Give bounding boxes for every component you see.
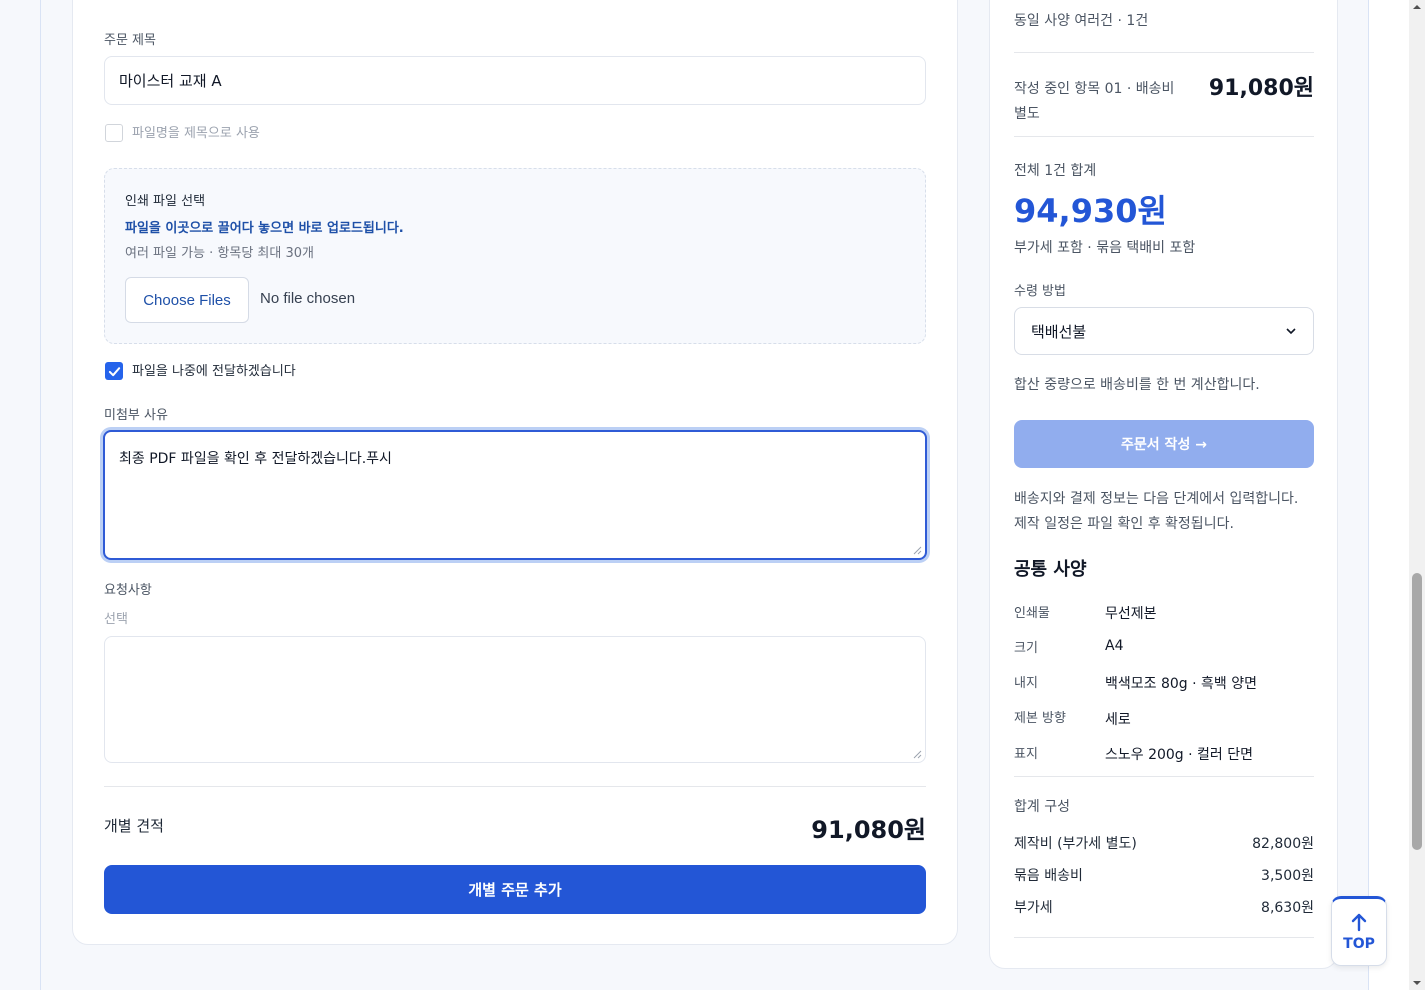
total-label: 전체 1건 합계: [1014, 163, 1097, 179]
upload-limit-note: 여러 파일 가능 · 항목당 최대 30개: [125, 246, 314, 261]
breakdown-key: 부가세: [1014, 900, 1053, 916]
reason-textarea[interactable]: 최종 PDF 파일을 확인 후 전달하겠습니다.푸시: [103, 430, 927, 560]
upload-heading: 인쇄 파일 선택: [125, 194, 206, 209]
current-item-line1: 작성 중인 항목 01 · 배송비: [1014, 81, 1175, 97]
spec-value: 스노우 200g · 컬러 단면: [1105, 747, 1254, 763]
title-input-value: 마이스터 교재 A: [119, 72, 222, 90]
delivery-label: 수령 방법: [1014, 284, 1066, 299]
scroll-top-label: TOP: [1343, 936, 1375, 952]
reason-textarea-value: 최종 PDF 파일을 확인 후 전달하겠습니다.푸시: [119, 451, 392, 467]
send-later-label: 파일을 나중에 전달하겠습니다: [132, 364, 296, 379]
quote-value: 91,080원: [811, 816, 926, 844]
page-right-margin: [1369, 0, 1409, 990]
delivery-select-value: 택배선불: [1031, 322, 1087, 341]
breakdown-key: 묶음 배송비: [1014, 868, 1083, 884]
breakdown-value: 3,500원: [1261, 868, 1314, 884]
resize-grip-icon[interactable]: [913, 750, 922, 759]
title-input[interactable]: 마이스터 교재 A: [104, 56, 926, 105]
quote-divider: [104, 786, 926, 787]
sidebar-divider: [1014, 136, 1314, 137]
add-order-button[interactable]: 개별 주문 추가: [104, 865, 926, 914]
delivery-select[interactable]: 택배선불: [1014, 307, 1314, 355]
order-mode-summary: 동일 사양 여러건 · 1건: [1014, 13, 1149, 29]
info-line-2: 제작 일정은 파일 확인 후 확정됩니다.: [1014, 516, 1234, 532]
title-label: 주문 제목: [104, 33, 156, 48]
use-filename-checkbox[interactable]: [105, 124, 123, 142]
spec-key: 표지: [1014, 747, 1038, 762]
arrow-up-icon: [1351, 913, 1367, 932]
sidebar-divider: [1014, 52, 1314, 53]
spec-key: 제본 방향: [1014, 711, 1066, 726]
request-optional-hint: 선택: [104, 612, 128, 627]
spec-value: 백색모조 80g · 흑백 양면: [1105, 676, 1257, 692]
info-line-1: 배송지와 결제 정보는 다음 단계에서 입력합니다.: [1014, 491, 1299, 507]
upload-drag-hint: 파일을 이곳으로 끌어다 놓으면 바로 업로드됩니다.: [125, 221, 404, 236]
breakdown-value: 8,630원: [1261, 900, 1314, 916]
check-icon: [108, 366, 120, 376]
quote-label: 개별 견적: [104, 817, 164, 835]
write-order-button[interactable]: 주문서 작성 →: [1014, 420, 1314, 468]
delivery-note: 합산 중량으로 배송비를 한 번 계산합니다.: [1014, 377, 1260, 393]
chevron-down-icon: [1286, 328, 1296, 335]
spec-key: 내지: [1014, 676, 1038, 691]
sidebar-divider: [1014, 937, 1314, 938]
spec-key: 크기: [1014, 641, 1038, 656]
current-item-price: 91,080원: [1208, 76, 1314, 101]
scrollbar-thumb[interactable]: [1412, 573, 1422, 850]
scroll-up-arrow-icon[interactable]: [1412, 2, 1422, 12]
reason-label: 미첨부 사유: [104, 408, 168, 423]
scroll-down-arrow-icon[interactable]: [1412, 978, 1422, 988]
breakdown-key: 제작비 (부가세 별도): [1014, 836, 1137, 852]
choose-files-button[interactable]: Choose Files: [125, 277, 249, 323]
spec-value: 세로: [1105, 712, 1131, 728]
spec-value: A4: [1105, 638, 1124, 654]
current-item-line2: 별도: [1014, 106, 1040, 122]
summary-sidebar: [989, 0, 1338, 969]
sidebar-divider: [1014, 776, 1314, 777]
total-note: 부가세 포함 · 묶음 택배비 포함: [1014, 240, 1196, 256]
page-left-border: [40, 0, 41, 990]
common-specs-title: 공통 사양: [1014, 559, 1087, 580]
breakdown-title: 합계 구성: [1014, 799, 1070, 815]
file-status-text: No file chosen: [260, 290, 356, 307]
request-label: 요청사항: [104, 583, 152, 598]
spec-value: 무선제본: [1105, 606, 1157, 622]
request-textarea[interactable]: [104, 636, 926, 763]
send-later-checkbox[interactable]: [105, 362, 123, 380]
resize-grip-icon[interactable]: [913, 546, 922, 555]
use-filename-label: 파일명을 제목으로 사용: [132, 126, 260, 141]
total-value: 94,930원: [1014, 192, 1167, 230]
scroll-top-button[interactable]: TOP: [1331, 896, 1387, 966]
breakdown-value: 82,800원: [1252, 836, 1314, 852]
spec-key: 인쇄물: [1014, 606, 1050, 621]
